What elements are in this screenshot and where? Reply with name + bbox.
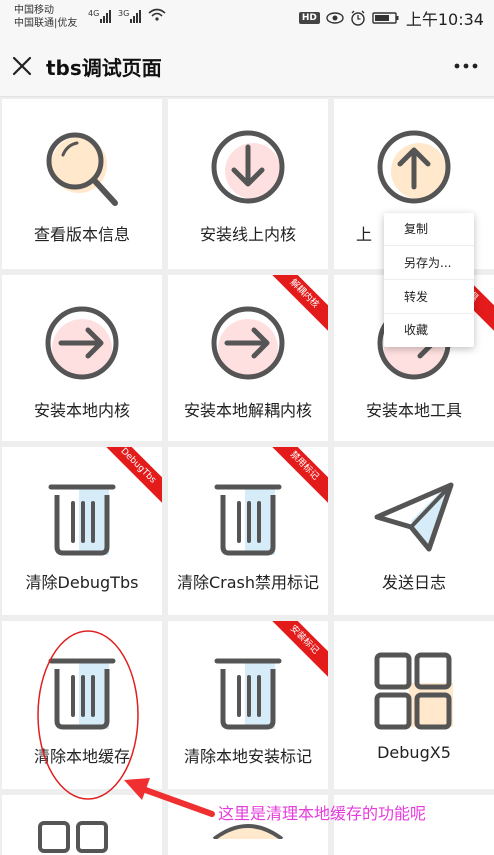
trash-icon bbox=[214, 484, 282, 556]
carrier-line1: 中国移动 bbox=[14, 5, 54, 16]
tile-label: 清除本地缓存 bbox=[33, 747, 130, 766]
title-bar: tbs调试页面 bbox=[0, 36, 494, 97]
tile-install-local-decoupled-core[interactable]: 解耦内核 安装本地解耦内核 bbox=[168, 275, 328, 441]
trash-icon bbox=[48, 658, 116, 730]
trash-icon bbox=[48, 484, 116, 556]
download-icon bbox=[211, 130, 285, 204]
tile-label: 安装本地工具 bbox=[365, 401, 462, 420]
search-icon bbox=[46, 132, 118, 206]
paper-plane-icon bbox=[374, 482, 454, 552]
status-time: 上午10:34 bbox=[405, 10, 484, 29]
network-type-2: 3G bbox=[118, 9, 130, 18]
grid-icon bbox=[38, 821, 108, 853]
wifi-icon bbox=[148, 8, 166, 21]
menu-item-save-as[interactable]: 另存为... bbox=[384, 247, 474, 280]
tile-partial[interactable] bbox=[2, 795, 162, 855]
tile-label: DebugX5 bbox=[377, 743, 451, 762]
tile-label: 清除本地安装标记 bbox=[183, 747, 312, 766]
tile-label: 安装线上内核 bbox=[199, 225, 296, 244]
annotation-text: 这里是清理本地缓存的功能呢 bbox=[218, 804, 427, 823]
close-icon[interactable] bbox=[10, 54, 34, 78]
tile-label: 安装本地解耦内核 bbox=[183, 401, 312, 420]
tile-label: 发送日志 bbox=[381, 573, 446, 592]
signal-icon bbox=[130, 10, 141, 23]
tile-clear-local-cache[interactable]: 清除本地缓存 bbox=[2, 621, 162, 789]
tile-label: 安装本地内核 bbox=[33, 401, 130, 420]
upload-icon bbox=[377, 130, 451, 204]
status-right: HD 上午10:34 bbox=[298, 8, 484, 29]
trash-icon bbox=[214, 658, 282, 730]
tile-install-online-core[interactable]: 安装线上内核 bbox=[168, 99, 328, 269]
menu-item-forward[interactable]: 转发 bbox=[384, 281, 474, 314]
hd-badge: HD bbox=[298, 12, 320, 24]
signal-icon bbox=[100, 10, 111, 23]
more-options-icon[interactable] bbox=[452, 54, 480, 78]
tile-label: 清除DebugTbs bbox=[25, 573, 139, 592]
menu-item-favorite[interactable]: 收藏 bbox=[384, 314, 474, 347]
tile-label: 查看版本信息 bbox=[33, 225, 130, 244]
tile-view-version[interactable]: 查看版本信息 bbox=[2, 99, 162, 269]
eye-icon bbox=[326, 12, 344, 24]
tile-label: 清除Crash禁用标记 bbox=[176, 573, 320, 592]
function-grid: 查看版本信息 安装线上内核 上 安装本地内核 解耦内核 安装本地解耦内核 安装本… bbox=[0, 97, 494, 855]
page-title: tbs调试页面 bbox=[46, 56, 162, 80]
tile-send-log[interactable]: 发送日志 bbox=[334, 447, 494, 615]
menu-item-copy[interactable]: 复制 bbox=[384, 213, 474, 246]
tile-clear-debugtbs[interactable]: DebugTbs 清除DebugTbs bbox=[2, 447, 162, 615]
tile-clear-local-install-flag[interactable]: 安装标记 清除本地安装标记 bbox=[168, 621, 328, 789]
carrier-line2: 中国联通|优友 bbox=[14, 18, 78, 29]
alarm-icon bbox=[351, 10, 365, 26]
battery-icon bbox=[372, 12, 399, 24]
status-bar: 中国移动 中国联通|优友 4G 3G HD 上午10:34 bbox=[0, 0, 494, 36]
arrow-right-icon bbox=[45, 306, 119, 380]
network-type-1: 4G bbox=[88, 9, 100, 18]
tile-debugx5[interactable]: DebugX5 bbox=[334, 621, 494, 789]
grid-icon bbox=[374, 652, 453, 730]
tile-clear-crash-flag[interactable]: 禁用标记 清除Crash禁用标记 bbox=[168, 447, 328, 615]
arrow-right-icon bbox=[211, 306, 285, 380]
context-menu: 复制 另存为... 转发 收藏 bbox=[384, 213, 474, 347]
tile-install-local-core[interactable]: 安装本地内核 bbox=[2, 275, 162, 441]
